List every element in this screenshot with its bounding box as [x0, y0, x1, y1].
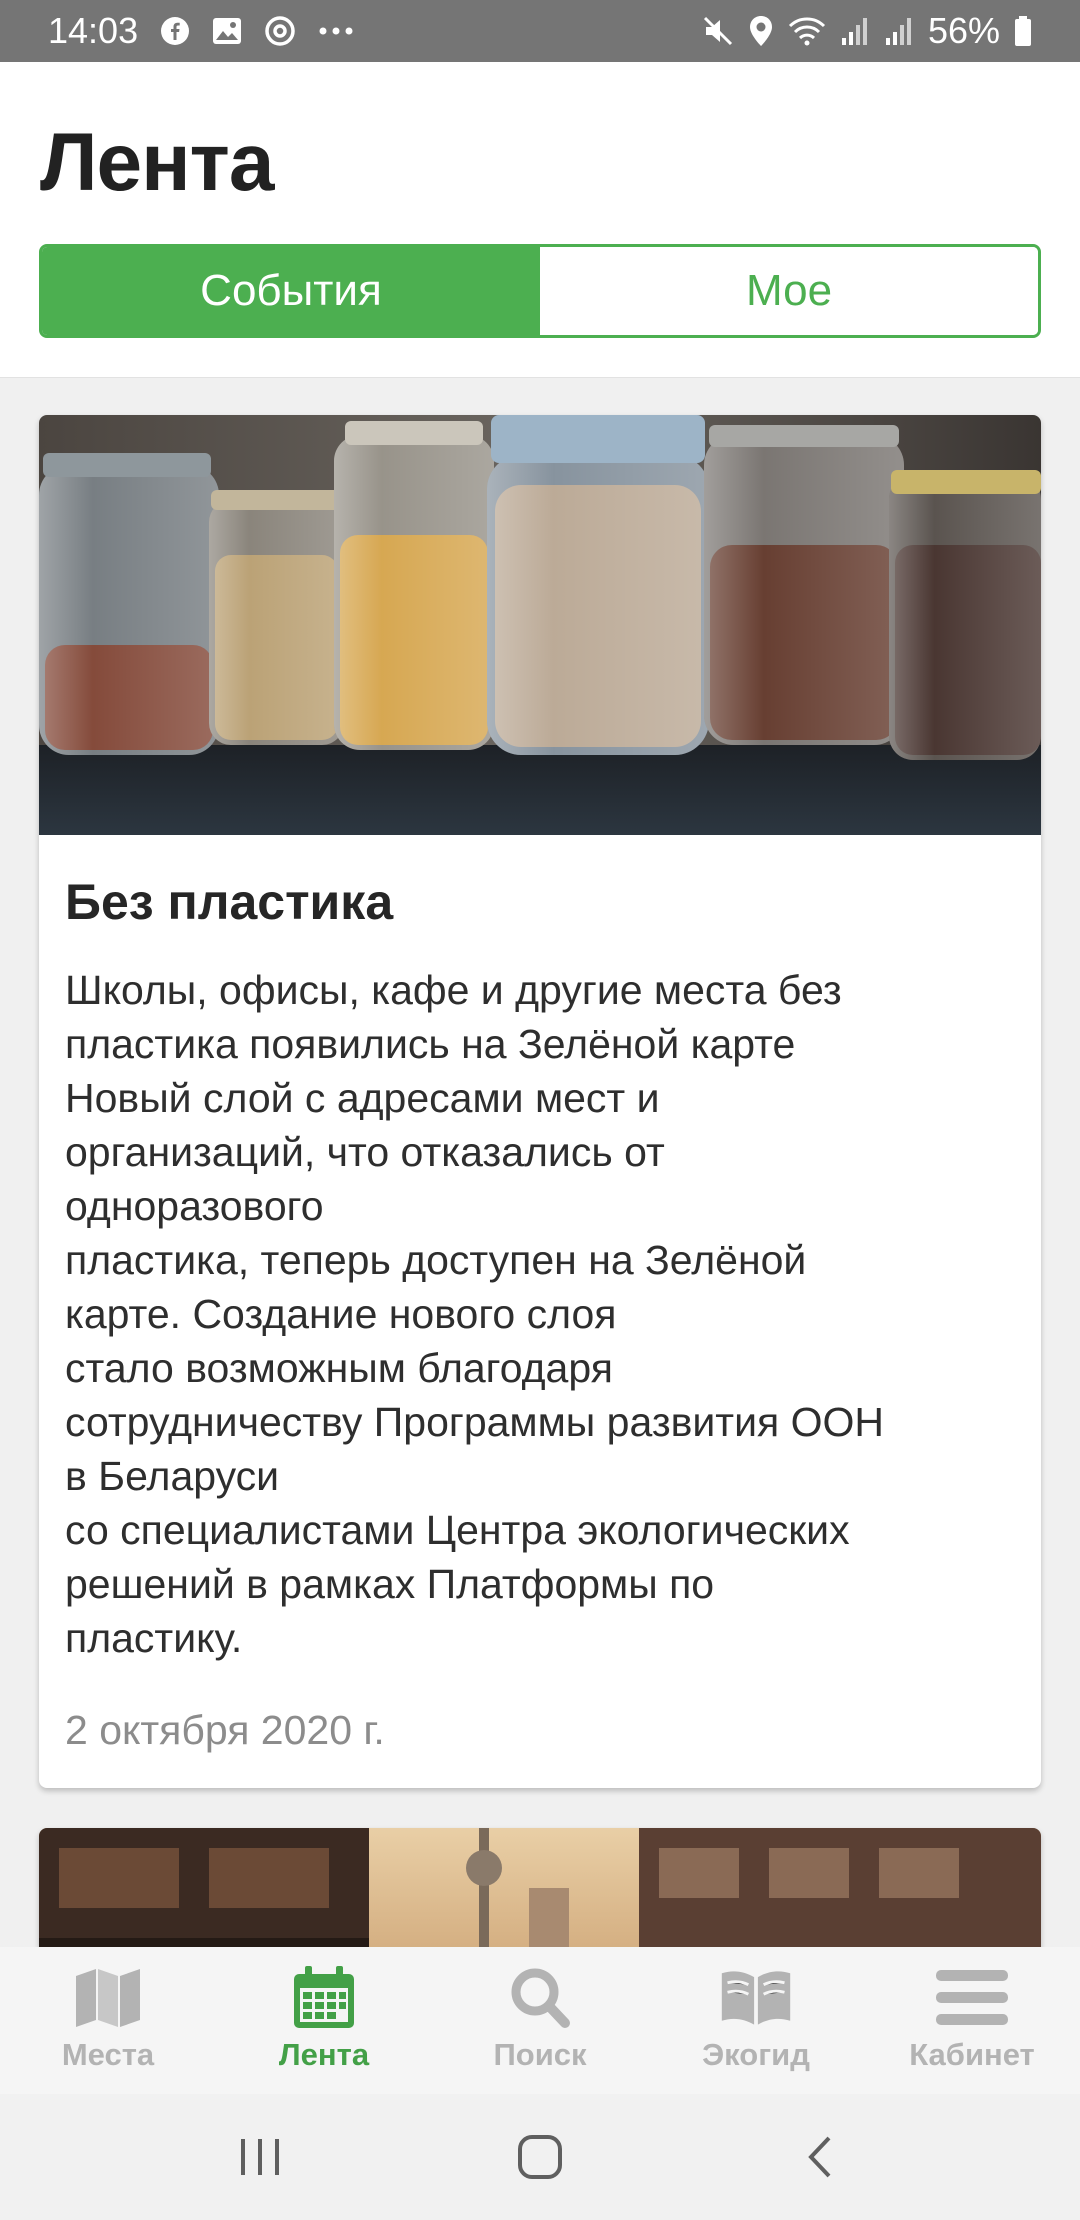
status-right: 56% [702, 10, 1032, 52]
gallery-icon [212, 17, 242, 45]
nav-item-search[interactable]: Поиск [432, 1947, 648, 2094]
card-text-line: решений в рамках Платформы по [65, 1561, 715, 1607]
at-icon [264, 15, 296, 47]
nav-label: Поиск [493, 2037, 587, 2072]
search-icon [502, 1965, 578, 2031]
nav-item-feed[interactable]: Лента [216, 1947, 432, 2094]
nav-item-cabinet[interactable]: Кабинет [864, 1947, 1080, 2094]
feed-tabs: События Мое [39, 244, 1041, 338]
more-icon [318, 26, 354, 36]
card-text-line: карте. Создание нового слоя [65, 1291, 617, 1337]
wifi-icon [788, 16, 826, 46]
system-nav-bar [0, 2094, 1080, 2220]
signal-icon [840, 16, 870, 46]
mute-icon [702, 15, 734, 47]
card-text-line: в Беларуси [65, 1453, 280, 1499]
status-bar: 14:03 56% [0, 0, 1080, 62]
card-text-line: организаций, что отказались от [65, 1129, 665, 1175]
card-text-line: пластику. [65, 1615, 243, 1661]
location-icon [748, 15, 774, 47]
card-text-line: со специалистами Центра экологических [65, 1507, 850, 1553]
card-text-line: пластика появились на Зелёной карте [65, 1021, 796, 1067]
card-title: Без пластика [65, 874, 394, 930]
nav-label: Лента [278, 2037, 370, 2072]
bottom-nav: Места Лента Поиск Экогид Кабинет [0, 1947, 1080, 2094]
facebook-icon [160, 16, 190, 46]
tab-mine[interactable]: Мое [540, 247, 1038, 335]
nav-item-places[interactable]: Места [0, 1947, 216, 2094]
tab-events[interactable]: События [42, 247, 540, 335]
page-title: Лента [40, 117, 274, 208]
status-left: 14:03 [48, 10, 354, 52]
nav-label: Экогид [702, 2037, 810, 2072]
nav-item-ecoguide[interactable]: Экогид [648, 1947, 864, 2094]
card-text-line: одноразового [65, 1183, 324, 1229]
card-body: Без пластика Школы, офисы, кафе и другие… [39, 835, 1041, 1754]
news-card-partial[interactable] [39, 1828, 1041, 1947]
home-icon[interactable] [495, 2112, 585, 2202]
battery-percent: 56% [927, 10, 1000, 51]
news-card[interactable]: Без пластика Школы, офисы, кафе и другие… [39, 415, 1041, 1788]
nav-label: Кабинет [909, 2037, 1035, 2072]
book-icon [718, 1965, 794, 2031]
card-text-line: стало возможным благодаря [65, 1345, 613, 1391]
calendar-icon [286, 1965, 362, 2031]
card-image-jars [39, 415, 1041, 835]
status-time: 14:03 [48, 10, 139, 51]
menu-icon [934, 1965, 1010, 2031]
recent-apps-icon[interactable] [215, 2112, 305, 2202]
card-text: Школы, офисы, кафе и другие места без пл… [65, 963, 1015, 1665]
nav-label: Места [61, 2037, 155, 2072]
card-date: 2 октября 2020 г. [65, 1707, 385, 1753]
card-text-line: Школы, офисы, кафе и другие места без [65, 967, 842, 1013]
card-text-line: пластика, теперь доступен на Зелёной [65, 1237, 807, 1283]
battery-icon [1014, 15, 1032, 47]
card-text-line: сотрудничеству Программы развития ООН [65, 1399, 884, 1445]
feed-list[interactable]: Без пластика Школы, офисы, кафе и другие… [0, 379, 1080, 1947]
signal-icon [884, 16, 914, 46]
header: Лента События Мое [0, 62, 1080, 378]
back-icon[interactable] [775, 2112, 865, 2202]
card-text-line: Новый слой с адресами мест и [65, 1075, 660, 1121]
card-image-street [39, 1828, 1041, 1947]
map-icon [70, 1965, 146, 2031]
